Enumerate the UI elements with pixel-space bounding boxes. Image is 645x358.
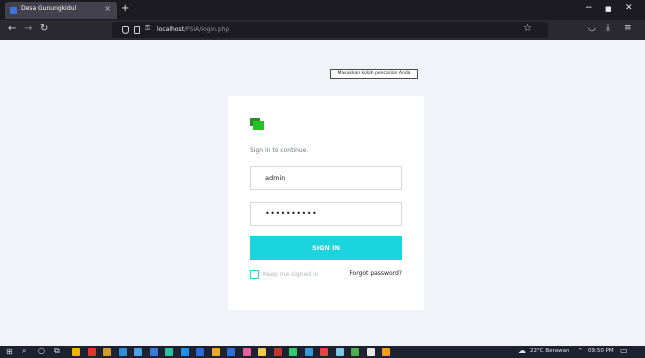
pocket-icon[interactable]: ◡ xyxy=(588,23,596,33)
taskbar-app-icon[interactable] xyxy=(335,348,344,356)
taskbar-app-icon[interactable] xyxy=(304,348,313,356)
notification-icon[interactable]: ▭ xyxy=(620,346,628,355)
start-icon[interactable]: ⊞ xyxy=(6,347,13,356)
taskbar-app-icon[interactable] xyxy=(273,348,282,356)
taskbar-app-icon[interactable] xyxy=(382,348,390,356)
back-icon[interactable]: ← xyxy=(8,23,16,34)
taskbar-app-icon[interactable] xyxy=(149,348,158,356)
logo xyxy=(250,118,264,130)
forgot-password-link[interactable]: Forgot password? xyxy=(349,270,402,277)
remember-checkbox[interactable] xyxy=(250,270,259,279)
favicon-icon xyxy=(10,7,17,14)
tooltip: Masukkan kolah pencarian Anda xyxy=(330,69,418,79)
taskbar-app-icon[interactable] xyxy=(180,348,189,356)
tracking-shield-icon[interactable] xyxy=(122,26,129,34)
maximize-button[interactable]: ■ xyxy=(605,5,612,13)
clock[interactable]: 09:50 PM xyxy=(588,348,614,354)
password-field[interactable]: •••••••••• xyxy=(250,202,402,226)
downloads-icon[interactable]: ⤓ xyxy=(606,23,610,33)
new-tab-button[interactable]: + xyxy=(121,3,129,14)
permissions-key-icon[interactable]: ⚿ xyxy=(145,24,150,33)
tray-chevron-icon[interactable]: ^ xyxy=(578,348,583,354)
taskbar-app-icon[interactable] xyxy=(320,348,328,356)
taskbar-app-icon[interactable] xyxy=(289,348,297,356)
minimize-button[interactable]: − xyxy=(585,3,593,13)
forward-icon[interactable]: → xyxy=(24,23,32,34)
signin-prompt: Sign in to continue. xyxy=(250,147,309,154)
taskbar-app-icon[interactable] xyxy=(242,348,251,356)
taskbar-app-icon[interactable] xyxy=(351,348,359,356)
taskbar-app-icon[interactable] xyxy=(103,348,111,356)
menu-icon[interactable]: ≡ xyxy=(624,23,632,33)
username-field[interactable]: admin xyxy=(250,166,402,190)
url-text[interactable]: localhost/PSIA/login.php xyxy=(157,26,229,33)
task-view-icon[interactable]: ⧉ xyxy=(54,346,60,356)
page-info-icon[interactable] xyxy=(134,26,140,34)
taskbar-app-icon[interactable] xyxy=(87,348,96,356)
reload-icon[interactable]: ↻ xyxy=(40,23,48,34)
taskbar-app-icon[interactable] xyxy=(258,348,266,356)
tab-close-icon[interactable]: × xyxy=(104,4,111,13)
taskbar-app-icon[interactable] xyxy=(227,348,235,356)
browser-tab[interactable]: Desa Gunungkidul × xyxy=(5,2,117,19)
weather-text[interactable]: 22°C Berawan xyxy=(530,348,569,354)
close-window-button[interactable]: ✕ xyxy=(625,3,633,13)
taskbar-app-icon[interactable] xyxy=(134,348,142,356)
taskbar-app-icon[interactable] xyxy=(72,348,80,356)
tab-strip: Desa Gunungkidul × + − ■ ✕ xyxy=(0,0,645,20)
taskbar-app-icon[interactable] xyxy=(196,348,204,356)
taskbar-app-icon[interactable] xyxy=(118,348,127,356)
tab-title: Desa Gunungkidul xyxy=(21,5,77,12)
weather-icon[interactable]: ☁ xyxy=(518,346,526,355)
navigation-bar: ← → ↻ ⚿ localhost/PSIA/login.php ☆ ◡ ⤓ ≡ xyxy=(0,20,645,40)
remember-label: Keep me signed in xyxy=(263,271,319,278)
login-card: Sign in to continue. admin •••••••••• SI… xyxy=(228,96,424,310)
taskbar: ⊞ ⌕ ○ ⧉ ☁ 22°C Berawan ^ 09:50 PM ▭ xyxy=(0,346,645,358)
bookmark-star-icon[interactable]: ☆ xyxy=(523,23,532,34)
taskbar-app-icon[interactable] xyxy=(165,348,173,356)
search-icon[interactable]: ⌕ xyxy=(22,346,26,356)
taskbar-app-icon[interactable] xyxy=(366,348,375,356)
signin-button[interactable]: SIGN IN xyxy=(250,236,402,260)
url-bar[interactable]: ⚿ localhost/PSIA/login.php ☆ xyxy=(112,22,548,38)
taskbar-app-icon[interactable] xyxy=(211,348,220,356)
cortana-icon[interactable]: ○ xyxy=(38,346,45,355)
